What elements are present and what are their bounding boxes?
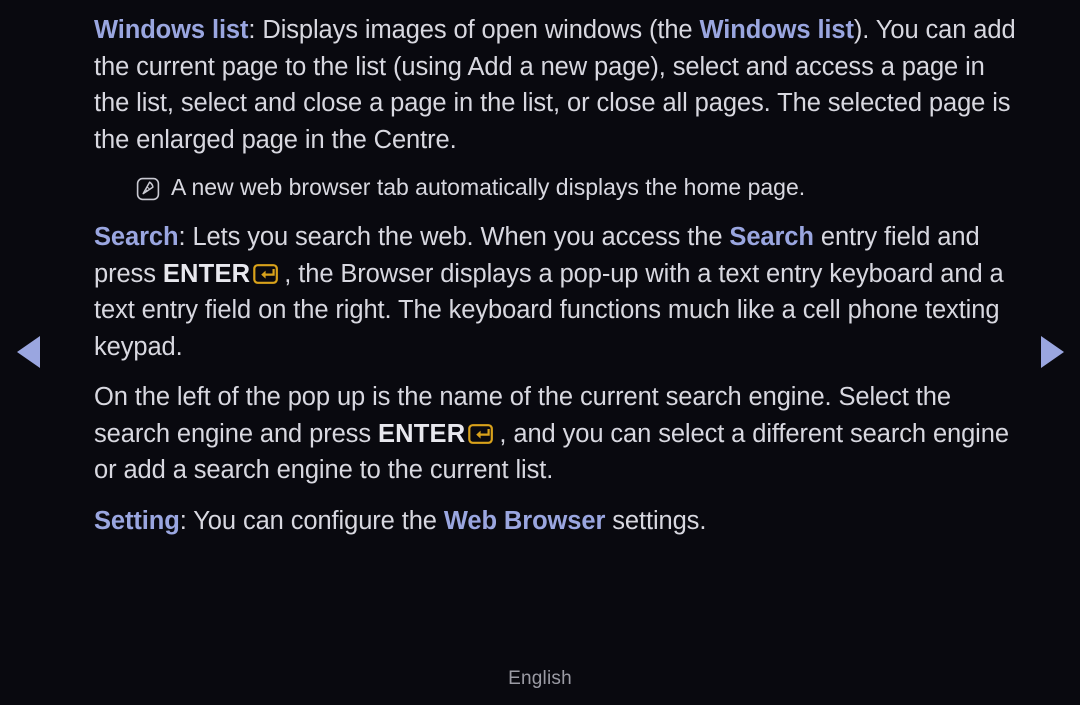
keyword-windows-list: Windows list — [94, 16, 249, 44]
help-screen: Windows list: Displays images of open wi… — [0, 0, 1080, 705]
keyword-search-inline: Search — [729, 223, 814, 251]
setting-text-b: settings. — [605, 506, 707, 535]
enter-label-1: ENTER — [162, 259, 251, 288]
next-page-button[interactable] — [1030, 330, 1074, 374]
language-label: English — [508, 668, 572, 689]
note-row: A new web browser tab automatically disp… — [136, 169, 1024, 205]
keyword-search: Search — [94, 223, 179, 251]
help-content: Windows list: Displays images of open wi… — [94, 12, 1024, 539]
keyword-windows-list-inline: Windows list — [699, 16, 854, 44]
triangle-left-icon — [16, 336, 40, 368]
enter-label-2: ENTER — [377, 419, 466, 448]
windows-list-text-a: : Displays images of open windows (the — [248, 16, 700, 44]
previous-page-button[interactable] — [6, 330, 50, 374]
search-text-a: : Lets you search the web. When you acce… — [178, 223, 730, 251]
note-pencil-icon — [136, 175, 160, 201]
paragraph-search: Search: Lets you search the web. When yo… — [94, 219, 1024, 365]
paragraph-search-engine: On the left of the pop up is the name of… — [94, 379, 1024, 489]
enter-key-icon — [468, 419, 498, 444]
paragraph-windows-list: Windows list: Displays images of open wi… — [94, 12, 1024, 158]
note-text: A new web browser tab automatically disp… — [171, 174, 806, 200]
paragraph-setting: Setting: You can configure the Web Brows… — [94, 503, 1024, 540]
keyword-setting: Setting — [94, 506, 180, 535]
triangle-right-icon — [1040, 336, 1064, 368]
enter-key-icon — [253, 259, 283, 284]
setting-text-a: : You can configure the — [179, 506, 444, 535]
keyword-web-browser: Web Browser — [443, 506, 606, 535]
